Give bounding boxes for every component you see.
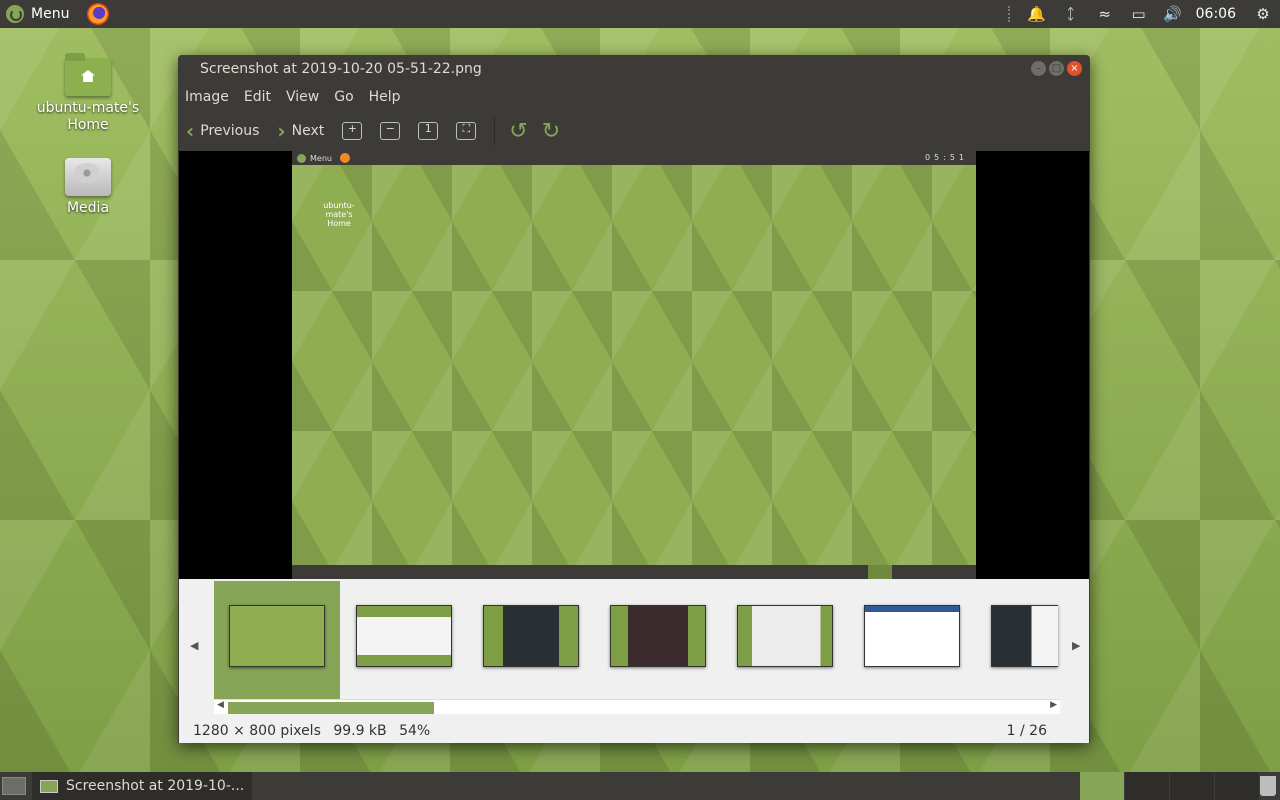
image-display-area[interactable]: Menu 05:51 ubuntu-mate's Home	[179, 151, 1089, 579]
toolbar: ‹ Previous › Next + − 1 ⛶ ↺ ↻	[178, 111, 1090, 152]
menu-button[interactable]: Menu	[0, 0, 75, 28]
inner-top-panel: Menu 05:51	[292, 151, 976, 165]
workspace-4[interactable]	[1215, 772, 1259, 800]
menu-view[interactable]: View	[286, 89, 326, 105]
previous-label: Previous	[200, 123, 260, 139]
minimize-button[interactable]: –	[1031, 61, 1046, 76]
home-folder-icon	[65, 53, 111, 96]
mate-logo-icon	[6, 5, 24, 23]
image-dimensions: 1280 × 800 pixels	[193, 723, 321, 739]
taskbar-item-label: Screenshot at 2019-10-...	[66, 778, 245, 794]
image-viewer-window: Screenshot at 2019-10-20 05-51-22.png – …	[178, 55, 1090, 743]
inner-firefox-icon	[339, 153, 350, 163]
rotate-left-icon[interactable]: ↺	[509, 119, 527, 144]
previous-button[interactable]: ‹ Previous	[186, 119, 259, 143]
thumbnail[interactable]	[610, 605, 706, 667]
thumbnail[interactable]	[864, 605, 960, 667]
bluetooth-icon[interactable]: ᛨ	[1054, 5, 1088, 23]
thumbnail-scrollbar[interactable]: ◀ ▶	[214, 699, 1060, 714]
workspace-3[interactable]	[1170, 772, 1214, 800]
rotate-right-icon[interactable]: ↻	[542, 119, 560, 144]
scroll-left-arrow-icon[interactable]: ◀	[217, 700, 224, 710]
tray-separator	[1007, 6, 1016, 22]
image-position: 1 / 26	[1006, 723, 1047, 739]
drive-icon	[65, 158, 111, 196]
inner-home-icon: ubuntu-mate's Home	[314, 181, 364, 228]
desktop-icon-home[interactable]: ubuntu-mate's Home	[33, 53, 143, 134]
system-tray: 🔔 ᛨ ≈ ▭ 🔊 06:06 ⚙	[1007, 0, 1280, 28]
firefox-launcher-icon[interactable]	[87, 3, 110, 25]
thumbnail[interactable]	[229, 605, 325, 667]
zoom-out-button[interactable]: −	[380, 122, 401, 140]
thumbnail[interactable]	[737, 605, 833, 667]
settings-gear-icon[interactable]: ⚙	[1246, 5, 1280, 23]
thumbnail[interactable]	[991, 605, 1058, 667]
inner-mate-logo-icon	[297, 153, 306, 163]
toolbar-separator	[494, 117, 496, 145]
close-button[interactable]: ×	[1067, 61, 1082, 76]
next-button[interactable]: › Next	[277, 119, 324, 143]
zoom-out-icon: −	[385, 122, 395, 135]
displayed-screenshot: Menu 05:51 ubuntu-mate's Home	[292, 151, 976, 579]
bell-icon[interactable]: 🔔	[1020, 5, 1054, 23]
desktop-icon-label: ubuntu-mate's Home	[36, 100, 140, 133]
wifi-icon[interactable]: ≈	[1088, 5, 1122, 23]
zoom-in-button[interactable]: +	[342, 122, 363, 140]
best-fit-button[interactable]: ⛶	[456, 122, 477, 140]
strip-left-arrow-icon[interactable]: ◀	[190, 639, 198, 652]
zoom-level: 54%	[399, 723, 431, 739]
clock[interactable]: 06:06	[1190, 6, 1246, 22]
thumbnail[interactable]	[483, 605, 579, 667]
inner-bottom-panel	[292, 565, 976, 579]
menu-go[interactable]: Go	[334, 89, 360, 105]
inner-icon-label: ubuntu-mate's Home	[323, 201, 355, 228]
trash-icon[interactable]	[1260, 776, 1276, 796]
bottom-panel: Screenshot at 2019-10-...	[0, 772, 1280, 800]
statusbar: 1280 × 800 pixels 99.9 kB 54% 1 / 26	[179, 719, 1089, 743]
image-file-size: 99.9 kB	[333, 723, 387, 739]
thumbnail-strip: ◀ ▶ ◀ ▶	[179, 579, 1089, 719]
menubar: Image Edit View Go Help	[178, 83, 1090, 111]
desktop-icon-label: Media	[66, 200, 110, 216]
top-panel: Menu 🔔 ᛨ ≈ ▭ 🔊 06:06 ⚙	[0, 0, 1280, 28]
desktop-icon-media[interactable]: Media	[33, 158, 143, 217]
menu-edit[interactable]: Edit	[244, 89, 278, 105]
image-viewer-app-icon	[40, 779, 58, 793]
taskbar-item-image-viewer[interactable]: Screenshot at 2019-10-...	[32, 772, 253, 800]
strip-right-arrow-icon[interactable]: ▶	[1072, 639, 1080, 652]
workspace-1[interactable]	[1080, 772, 1124, 800]
maximize-button[interactable]: □	[1049, 61, 1064, 76]
chevron-left-icon: ‹	[186, 119, 195, 143]
scrollbar-thumb[interactable]	[228, 702, 434, 714]
battery-icon[interactable]: ▭	[1122, 5, 1156, 23]
workspace-2[interactable]	[1125, 772, 1169, 800]
show-desktop-icon[interactable]	[2, 777, 26, 795]
normal-size-icon: 1	[424, 122, 432, 135]
inner-clock: 05:51	[924, 153, 968, 162]
normal-size-button[interactable]: 1	[418, 122, 439, 140]
next-label: Next	[291, 123, 325, 139]
chevron-right-icon: ›	[277, 119, 286, 143]
volume-icon[interactable]: 🔊	[1156, 5, 1190, 23]
zoom-in-icon: +	[347, 122, 357, 135]
menu-help[interactable]: Help	[369, 89, 408, 105]
scroll-right-arrow-icon[interactable]: ▶	[1050, 700, 1057, 710]
inner-folder-icon	[328, 181, 350, 199]
window-title: Screenshot at 2019-10-20 05-51-22.png	[200, 61, 482, 77]
fit-icon: ⛶	[462, 122, 471, 135]
window-titlebar[interactable]: Screenshot at 2019-10-20 05-51-22.png – …	[178, 55, 1090, 83]
menu-label: Menu	[31, 6, 70, 22]
thumbnail[interactable]	[356, 605, 452, 667]
menu-image[interactable]: Image	[185, 89, 236, 105]
inner-menu-label: Menu	[310, 153, 332, 163]
